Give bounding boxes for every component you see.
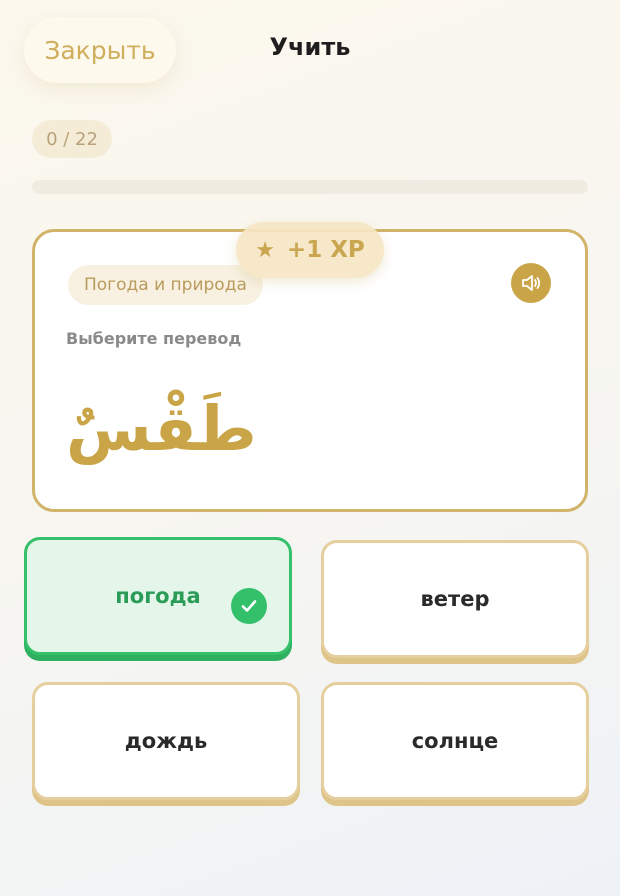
progress-bar (32, 180, 588, 194)
option-button-4[interactable]: солнце (321, 682, 589, 800)
option-label: дождь (124, 729, 208, 753)
option-button-1[interactable]: погода (24, 537, 292, 655)
option-label: солнце (411, 729, 499, 753)
xp-badge: ★ +1 XP (236, 222, 384, 278)
close-button[interactable]: Закрыть (24, 17, 176, 83)
option-button-3[interactable]: дождь (32, 682, 300, 800)
page-title: Учить (269, 33, 351, 61)
speaker-icon (522, 275, 541, 291)
arabic-word: طَقْسٌ (66, 392, 257, 465)
option-label: погода (115, 584, 201, 608)
option-button-2[interactable]: ветер (321, 540, 589, 658)
prompt-label: Выберите перевод (66, 329, 242, 348)
category-chip: Погода и природа (68, 265, 263, 305)
star-icon: ★ (255, 237, 275, 263)
checkmark-icon (231, 588, 267, 624)
option-label: ветер (420, 587, 490, 611)
progress-counter: 0 / 22 (32, 120, 112, 158)
xp-label: +1 XP (286, 237, 365, 263)
speaker-button[interactable] (511, 263, 551, 303)
